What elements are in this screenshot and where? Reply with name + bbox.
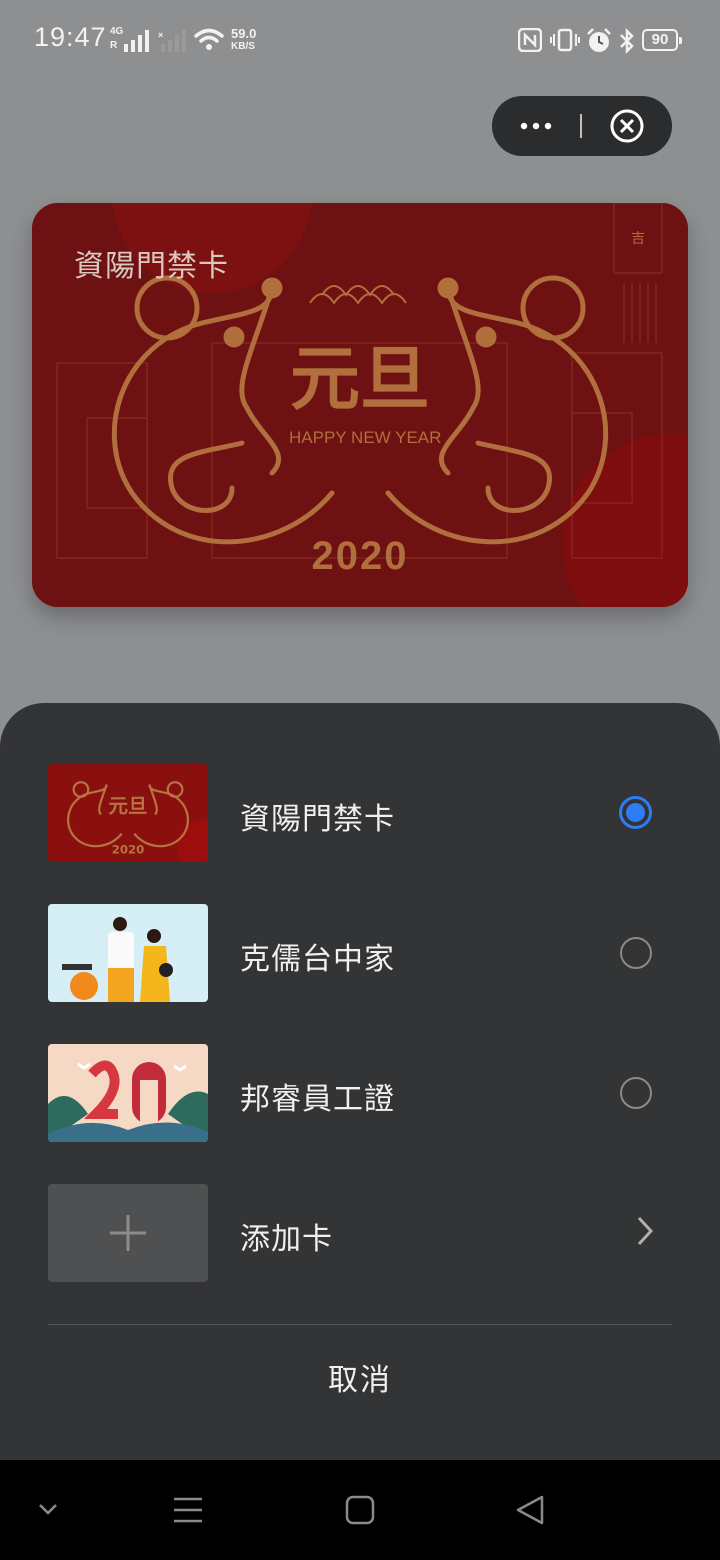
card-title: 資陽門禁卡 [74,249,229,284]
add-card-thumb [48,1184,208,1282]
network-type-label: 4G [110,26,124,37]
access-card-preview: 吉 元旦 2020 HAPPY NEW YEAR 資陽門禁卡 [32,203,688,607]
divider [48,1324,672,1325]
card-option-row[interactable]: 元旦 2020 資陽門禁卡 [0,764,720,864]
nfc-icon [518,28,542,52]
bluetooth-icon [620,28,634,54]
card-option-row[interactable]: 邦睿員工證 [0,1044,720,1144]
more-dots-icon[interactable] [492,96,582,156]
menu-icon[interactable] [172,1495,204,1525]
capsule-divider [580,114,582,138]
card-option-label: 克儒台中家 [240,942,395,977]
radio-unselected[interactable] [620,937,652,969]
add-card-label: 添加卡 [240,1222,333,1257]
card-thumb [48,904,208,1002]
status-bar: 19:47 4G R × 59.0 KB/S 90 [0,0,720,80]
card-thumb [48,1044,208,1142]
alarm-icon [587,28,611,52]
signal-icon [124,30,149,52]
card-art-sub: HAPPY NEW YEAR [289,428,442,447]
back-icon[interactable] [514,1493,546,1527]
svg-text:×: × [158,30,163,40]
card-option-label: 邦睿員工證 [240,1082,395,1117]
card-option-row[interactable]: 克儒台中家 [0,904,720,1004]
card-art-main: 元旦 [290,338,430,420]
net-speed-unit: KB/S [231,41,255,52]
wifi-icon [194,28,224,50]
home-icon[interactable] [344,1494,376,1526]
roaming-label: R [110,40,118,51]
chevron-right-icon [637,1216,654,1246]
card-art-year: 2020 [312,534,409,578]
cancel-button[interactable]: 取消 [0,1355,720,1399]
collapse-icon[interactable] [36,1500,60,1518]
svg-text:元旦: 元旦 [109,795,148,818]
signal-no-sim-icon: × [158,30,186,52]
add-card-row[interactable]: 添加卡 [0,1184,720,1284]
vibrate-icon [550,28,580,52]
radio-selected[interactable] [619,796,652,829]
system-nav-bar [0,1460,720,1560]
card-thumb: 元旦 2020 [48,764,208,862]
plus-icon [110,1215,146,1251]
battery-icon: 90 [642,29,682,51]
status-time: 19:47 [34,22,107,52]
card-select-sheet: 元旦 2020 資陽門禁卡 克儒台中家 邦睿員工證 添加卡 取消 [0,703,720,1460]
radio-unselected[interactable] [620,1077,652,1109]
close-circle-icon[interactable] [588,96,672,156]
card-option-label: 資陽門禁卡 [240,802,395,837]
net-speed: 59.0 [231,26,257,41]
capsule-menu [492,96,672,156]
card-badge: 吉 [631,231,645,247]
svg-text:2020: 2020 [112,843,145,857]
